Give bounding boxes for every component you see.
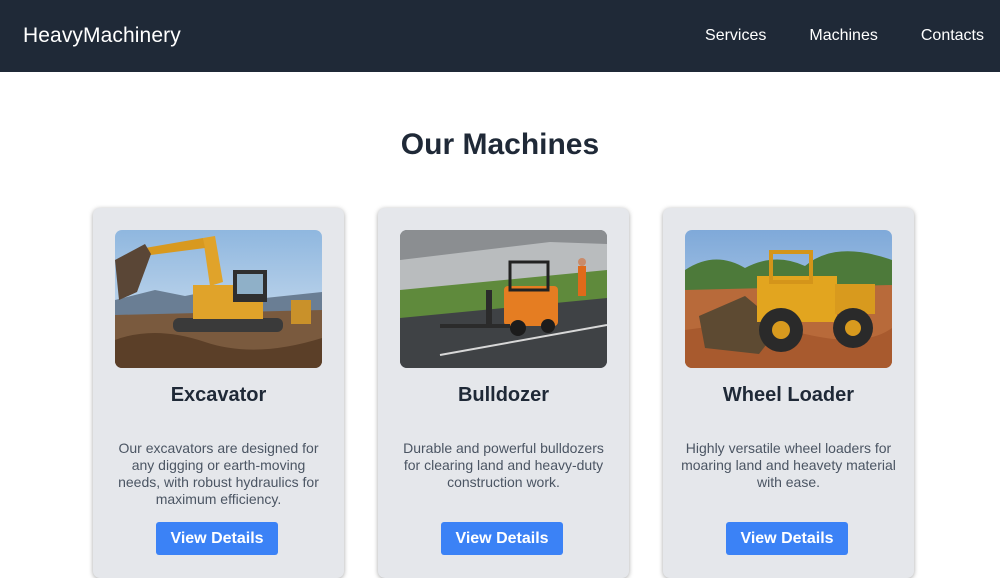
nav-link-contacts[interactable]: Contacts [878, 27, 984, 45]
nav-link-machines[interactable]: Machines [766, 27, 877, 45]
card-title: Wheel Loader [722, 384, 855, 406]
card-description: Durable and powerful bulldozers for clea… [403, 440, 604, 490]
nav-link-services[interactable]: Services [662, 27, 766, 45]
bulldozer-image [400, 230, 607, 368]
machine-card-wheel-loader: Wheel Loader Highly versatile wheel load… [663, 208, 914, 578]
view-details-button[interactable]: View Details [441, 522, 563, 555]
card-title: Bulldozer [457, 384, 550, 406]
view-details-button[interactable]: View Details [156, 522, 278, 555]
page-title: Our Machines [400, 128, 600, 161]
machine-card-excavator: Excavator Our excavators are designed fo… [93, 208, 344, 578]
view-details-button[interactable]: View Details [726, 522, 848, 555]
navbar: HeavyMachinery Services Machines Contact… [0, 0, 1000, 72]
wheel-loader-image [685, 230, 892, 368]
card-description: Highly versatile wheel loaders for moari… [681, 440, 896, 490]
machine-card-bulldozer: Bulldozer Durable and powerful bulldozer… [378, 208, 629, 578]
card-description: Our excavators are designed for any digg… [118, 440, 319, 507]
card-title: Excavator [170, 384, 267, 406]
excavator-image [115, 230, 322, 368]
brand-logo[interactable]: HeavyMachinery [23, 24, 181, 48]
nav-links: Services Machines Contacts [662, 27, 984, 45]
